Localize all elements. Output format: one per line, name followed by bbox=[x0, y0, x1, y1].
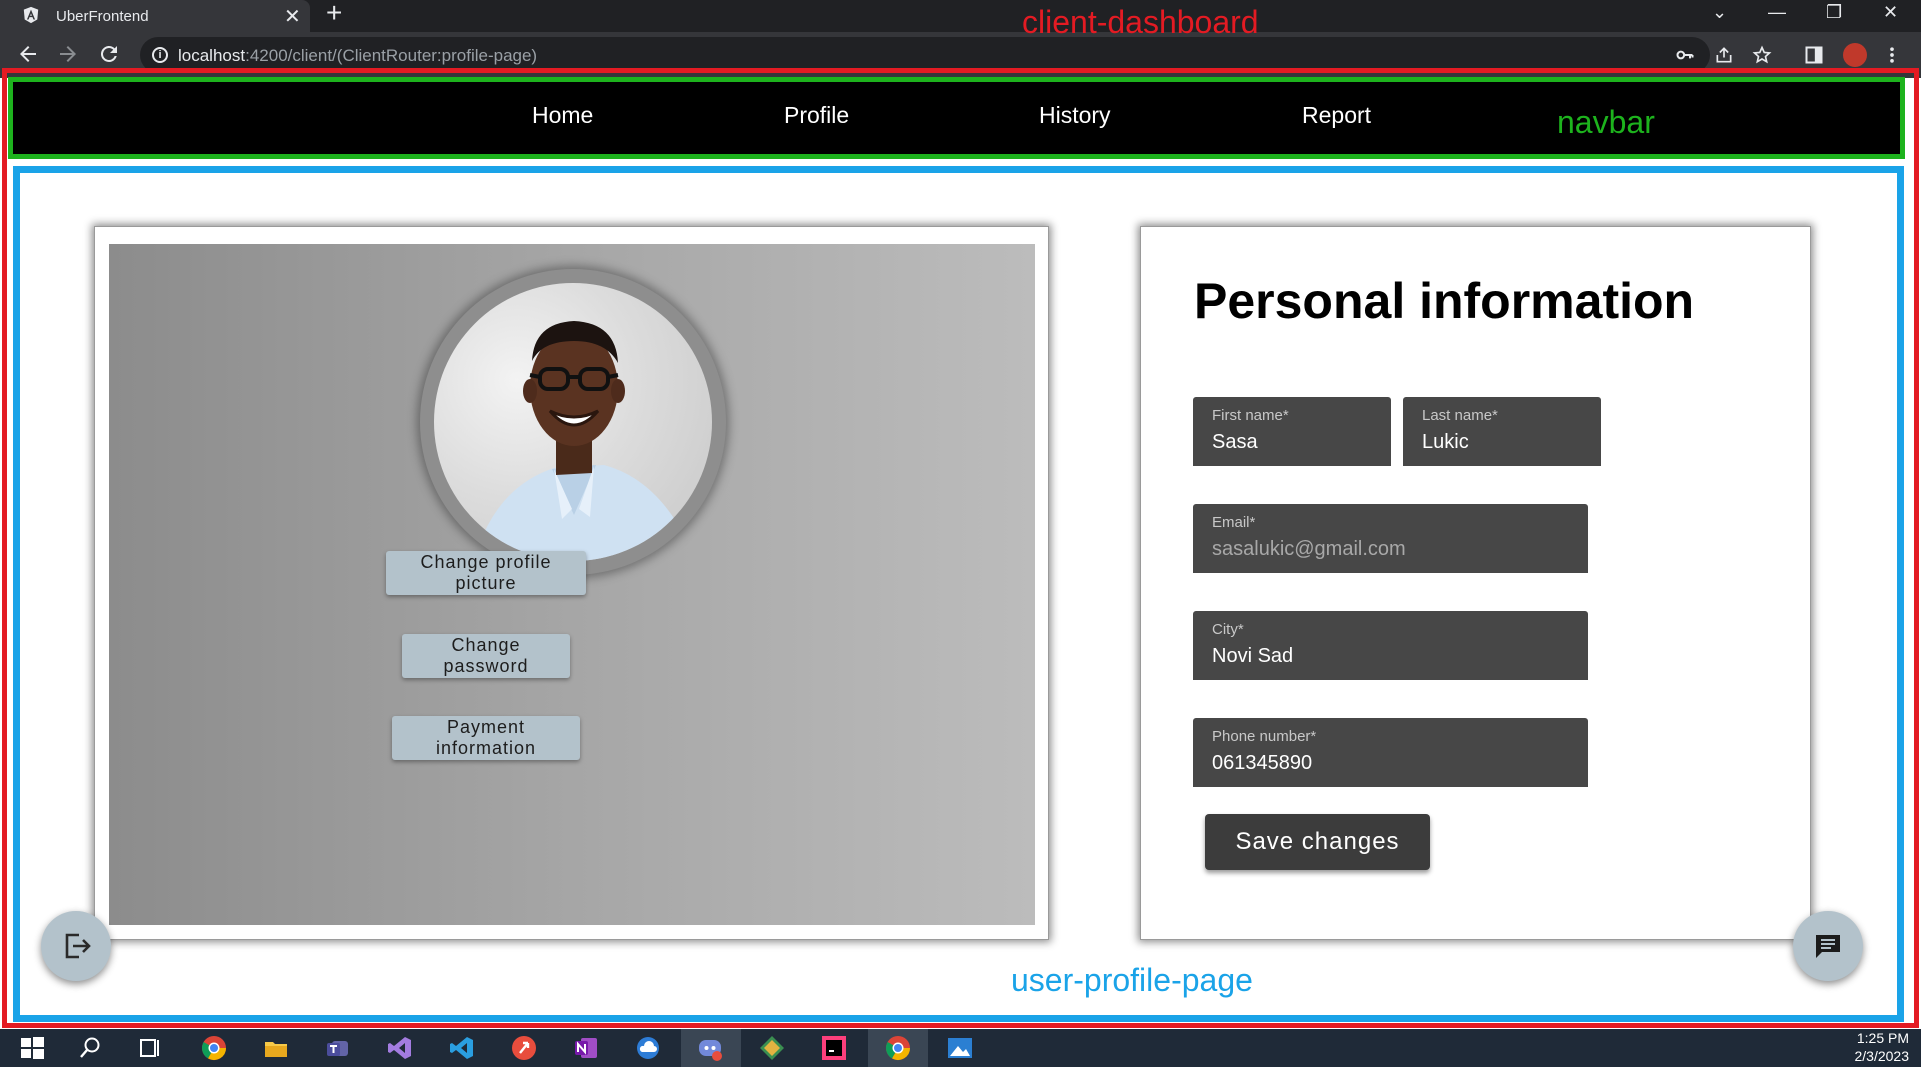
user-profile-page-frame bbox=[13, 166, 1904, 1022]
menu-dots-icon[interactable] bbox=[1885, 45, 1899, 65]
forward-icon[interactable] bbox=[56, 42, 80, 66]
vscode-icon[interactable] bbox=[448, 1034, 476, 1062]
clock-time: 1:25 PM bbox=[1856, 1030, 1909, 1046]
git-client-icon[interactable] bbox=[510, 1034, 538, 1062]
search-icon[interactable] bbox=[76, 1034, 104, 1062]
clock-date: 2/3/2023 bbox=[1854, 1048, 1910, 1064]
url-text[interactable]: localhost:4200/client/(ClientRouter:prof… bbox=[178, 46, 537, 66]
tab-title: UberFrontend bbox=[56, 8, 149, 25]
profile-avatar-icon[interactable] bbox=[1843, 43, 1867, 67]
file-explorer-icon[interactable] bbox=[262, 1034, 290, 1062]
share-icon[interactable] bbox=[1714, 45, 1734, 65]
tab-close-icon[interactable]: ✕ bbox=[284, 4, 301, 29]
minimize-icon[interactable]: — bbox=[1768, 2, 1786, 23]
visual-studio-icon[interactable] bbox=[386, 1034, 414, 1062]
close-window-icon[interactable]: ✕ bbox=[1883, 2, 1898, 23]
browser-tabstrip: UberFrontend ✕ + ⌄ — ❐ ✕ bbox=[0, 0, 1921, 32]
chrome-icon[interactable] bbox=[200, 1034, 228, 1062]
navbar-annotation: navbar bbox=[1557, 104, 1655, 140]
chrome-active-icon[interactable] bbox=[884, 1034, 912, 1062]
teams-icon[interactable] bbox=[324, 1034, 352, 1062]
side-panel-icon[interactable] bbox=[1804, 45, 1824, 65]
restore-icon[interactable]: ❐ bbox=[1826, 2, 1842, 23]
bookmark-star-icon[interactable] bbox=[1752, 45, 1772, 65]
sourcetree-icon[interactable] bbox=[758, 1034, 786, 1062]
tab-search-icon[interactable]: ⌄ bbox=[1712, 2, 1727, 23]
discord-icon[interactable] bbox=[696, 1034, 724, 1062]
user-profile-page-annotation: user-profile-page bbox=[1011, 962, 1253, 998]
intellij-icon[interactable] bbox=[820, 1034, 848, 1062]
taskbar: 1:25 PM 2/3/2023 bbox=[0, 1029, 1921, 1067]
back-icon[interactable] bbox=[16, 42, 40, 66]
photos-icon[interactable] bbox=[946, 1034, 974, 1062]
angular-icon bbox=[23, 6, 39, 24]
key-icon[interactable] bbox=[1675, 45, 1695, 65]
onenote-icon[interactable] bbox=[572, 1034, 600, 1062]
client-dashboard-annotation: client-dashboard bbox=[1022, 4, 1259, 40]
windows-start-icon[interactable] bbox=[18, 1034, 46, 1062]
cloud-app-icon[interactable] bbox=[634, 1034, 662, 1062]
browser-tab[interactable]: UberFrontend ✕ bbox=[0, 0, 310, 32]
site-info-icon[interactable]: i bbox=[152, 47, 168, 63]
new-tab-button[interactable]: + bbox=[326, 0, 342, 27]
task-view-icon[interactable] bbox=[136, 1034, 164, 1062]
taskbar-clock[interactable]: 1:25 PM 2/3/2023 bbox=[1855, 1029, 1910, 1065]
reload-icon[interactable] bbox=[97, 42, 121, 66]
